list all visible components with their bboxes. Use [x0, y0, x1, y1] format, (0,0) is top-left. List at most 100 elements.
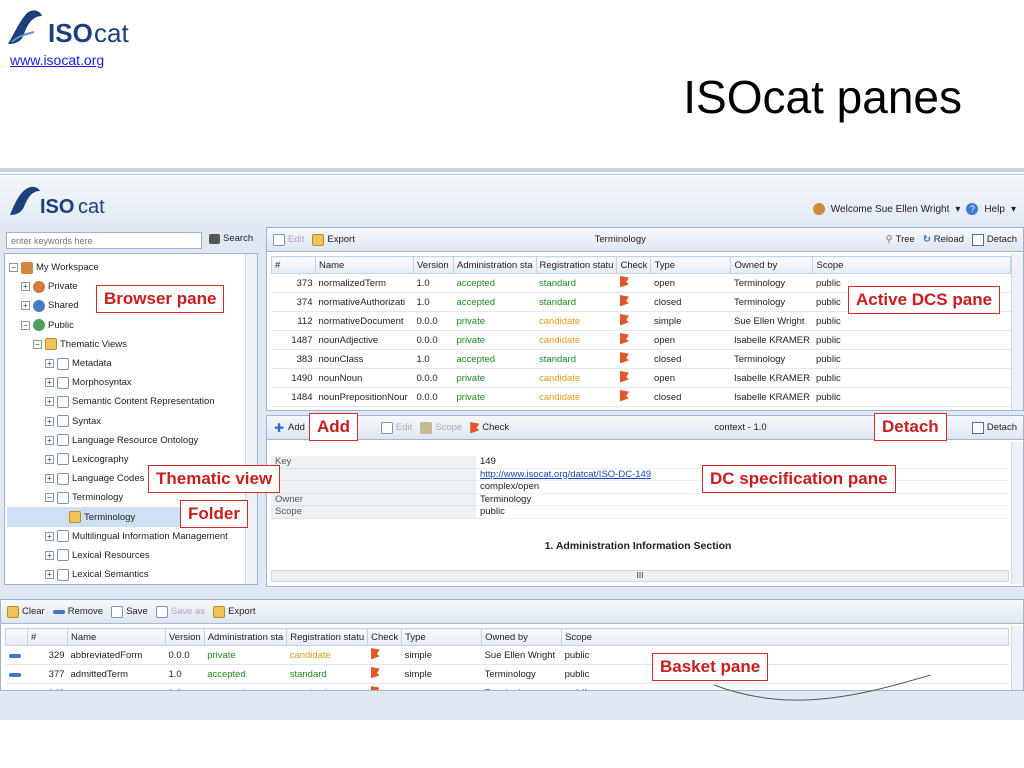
tree-item-label: Terminology: [72, 492, 124, 504]
column-header[interactable]: Scope: [812, 256, 1011, 274]
check-cell: [367, 683, 402, 690]
basket-scrollbar[interactable]: [1011, 626, 1023, 690]
tree-expander-icon[interactable]: +: [45, 454, 54, 464]
column-header[interactable]: Owned by: [481, 628, 563, 646]
table-row[interactable]: 1484 nounPrepositionNour 0.0.0 private candi…: [271, 387, 1011, 407]
tree-expander-icon[interactable]: +: [45, 416, 54, 426]
column-header[interactable]: Version: [165, 628, 205, 646]
tree-item-label: Metadata: [72, 358, 112, 370]
column-header[interactable]: Administration sta: [453, 256, 537, 274]
column-header[interactable]: #: [27, 628, 68, 646]
reg-cell: standard: [536, 273, 617, 293]
tree-expander-icon[interactable]: +: [45, 397, 54, 407]
search-button[interactable]: Search: [209, 233, 253, 244]
type-cell: open: [401, 683, 482, 690]
save-icon: [111, 605, 124, 618]
tree-expander-icon[interactable]: +: [21, 282, 30, 292]
row-marker-column-header[interactable]: [5, 628, 28, 646]
dcs-edit-button[interactable]: Edit: [273, 233, 304, 246]
dcs-detach-button[interactable]: Detach: [971, 233, 1017, 246]
tree-item[interactable]: + Language Resource Ontology: [7, 431, 255, 450]
help-menu[interactable]: Help: [984, 204, 1005, 215]
spec-edit-button[interactable]: Edit: [380, 421, 412, 434]
basket-export-button[interactable]: Export: [213, 605, 256, 618]
search-input[interactable]: [6, 232, 202, 249]
spec-h-scrollbar[interactable]: III: [271, 570, 1009, 582]
page-icon: [57, 549, 69, 562]
column-header[interactable]: #: [271, 256, 316, 274]
tree-expander-icon[interactable]: +: [21, 301, 30, 311]
name-cell: nounPrepositionNour: [315, 387, 414, 407]
remove-button[interactable]: Remove: [52, 606, 103, 617]
column-header[interactable]: Check: [367, 628, 403, 646]
clear-button[interactable]: Clear: [7, 605, 45, 618]
tree-expander-icon[interactable]: +: [45, 550, 54, 560]
version-cell: 1.0: [165, 664, 205, 684]
tree-expander-icon[interactable]: −: [45, 493, 54, 503]
tree-item[interactable]: + Metadata: [7, 354, 255, 373]
column-header[interactable]: Name: [315, 256, 414, 274]
home-icon: [21, 261, 33, 274]
tree-expander-icon[interactable]: −: [9, 263, 18, 273]
version-cell: 0.0.0: [413, 311, 454, 331]
add-button[interactable]: ✚ Add: [273, 422, 305, 434]
reload-button[interactable]: ↻ Reload: [923, 234, 964, 245]
tree-item[interactable]: + Semantic Content Representation: [7, 392, 255, 411]
tree-expander-icon[interactable]: −: [33, 339, 42, 349]
tree-item[interactable]: − Public: [7, 316, 255, 335]
check-button[interactable]: Check: [470, 422, 509, 433]
flag-icon: [619, 371, 629, 382]
tree-expander-icon[interactable]: −: [21, 320, 30, 330]
isocat-url-link[interactable]: www.isocat.org: [10, 52, 104, 68]
check-cell: [367, 664, 402, 684]
column-header[interactable]: Owned by: [730, 256, 814, 274]
tree-expander-icon[interactable]: +: [45, 570, 54, 580]
tree-item[interactable]: + Lexical Resources: [7, 546, 255, 565]
tree-expander-icon[interactable]: +: [45, 474, 54, 484]
tree-button[interactable]: ⚲ Tree: [886, 234, 915, 245]
svg-text:ISO: ISO: [48, 18, 93, 48]
table-row[interactable]: 329 abbreviatedForm 0.0.0 private candidate s…: [5, 645, 1009, 665]
tree-item[interactable]: − Thematic Views: [7, 335, 255, 354]
folder-callout: Folder: [180, 500, 248, 528]
table-row[interactable]: 112 normativeDocument 0.0.0 private candidat…: [271, 311, 1011, 331]
spec-detach-button[interactable]: Detach: [971, 421, 1017, 434]
tree-item-label: Language Resource Ontology: [72, 434, 199, 446]
tree-expander-icon[interactable]: +: [45, 378, 54, 388]
tree-item[interactable]: + Lexical Semantics: [7, 565, 255, 584]
save-as-button[interactable]: Save as: [155, 605, 205, 618]
owner-cell: Terminology: [730, 292, 813, 312]
table-row[interactable]: 1490 nounNoun 0.0.0 private candidate open Isa…: [271, 368, 1011, 388]
tree-item[interactable]: + Multilingual Information Management: [7, 527, 255, 546]
version-cell: 1.0: [165, 683, 205, 690]
tree-item[interactable]: + Morphosyntax: [7, 373, 255, 392]
chevron-down-icon[interactable]: ▾: [955, 204, 960, 215]
column-header[interactable]: Type: [650, 256, 732, 274]
tree-expander-icon[interactable]: +: [45, 435, 54, 445]
tree-item[interactable]: − My Workspace: [7, 258, 255, 277]
chevron-down-icon[interactable]: ▾: [1011, 204, 1016, 215]
dcs-export-button[interactable]: Export: [312, 233, 355, 246]
tree-expander-icon[interactable]: +: [45, 531, 54, 541]
column-header[interactable]: Type: [401, 628, 483, 646]
column-header[interactable]: Registration statu: [286, 628, 369, 646]
user-icon: [812, 203, 825, 215]
column-header[interactable]: Registration statu: [535, 256, 618, 274]
browser-scrollbar[interactable]: [245, 254, 257, 584]
column-header[interactable]: Version: [413, 256, 454, 274]
save-button[interactable]: Save: [111, 605, 148, 618]
column-header[interactable]: Check: [616, 256, 652, 274]
isocat-app-logo: ISO cat: [10, 186, 105, 218]
column-header[interactable]: Administration sta: [203, 628, 288, 646]
tree-expander-icon[interactable]: +: [45, 359, 54, 369]
column-header[interactable]: Name: [67, 628, 166, 646]
dcs-scrollbar[interactable]: [1011, 254, 1023, 410]
version-cell: 1.0: [413, 273, 454, 293]
scope-button[interactable]: Scope: [420, 421, 462, 434]
table-row[interactable]: 1487 nounAdjective 0.0.0 private candidate op…: [271, 330, 1011, 350]
column-header[interactable]: Scope: [561, 628, 1009, 646]
table-row[interactable]: 383 nounClass 1.0 accepted standard closed Ter…: [271, 349, 1011, 369]
spec-scrollbar[interactable]: [1011, 442, 1023, 584]
tree-item[interactable]: + Syntax: [7, 412, 255, 431]
welcome-menu[interactable]: Welcome Sue Ellen Wright: [831, 204, 950, 215]
